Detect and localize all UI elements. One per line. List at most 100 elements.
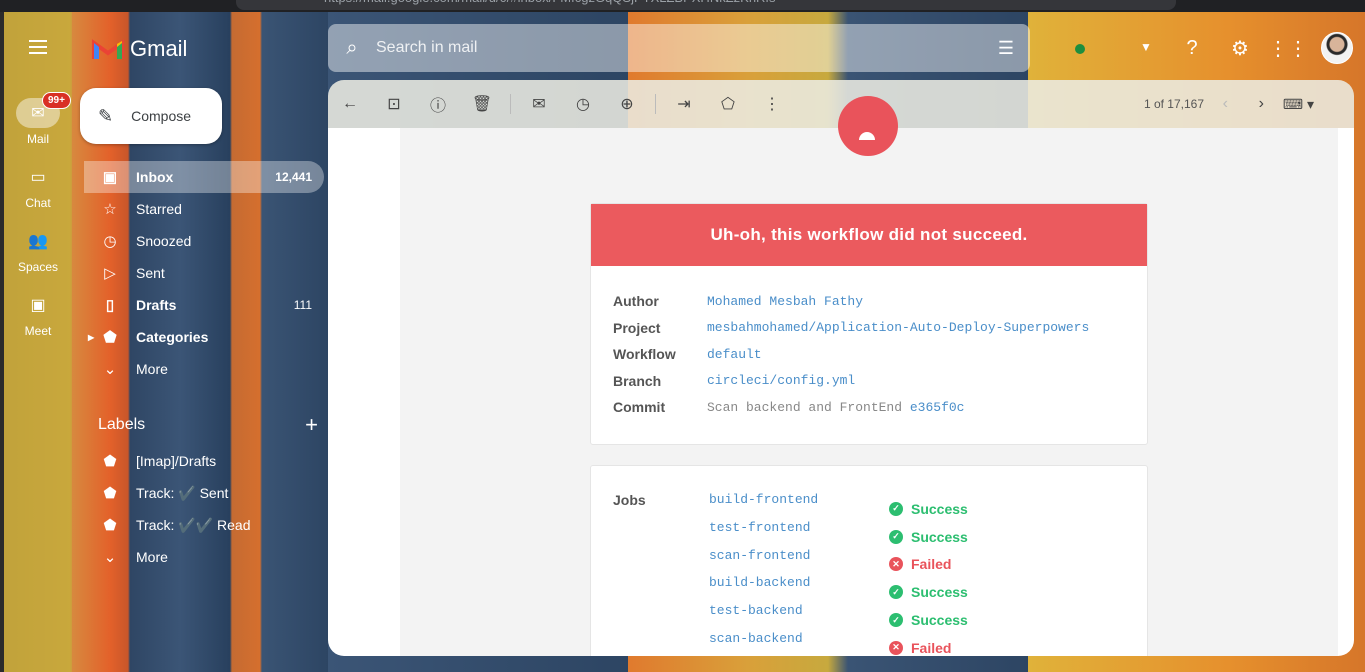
status-indicator[interactable]	[1075, 44, 1085, 54]
rail-item-mail[interactable]: ✉ 99+ Mail	[4, 92, 72, 146]
help-icon[interactable]: ?	[1177, 33, 1207, 63]
sidebar-item-label: Categories	[136, 329, 209, 345]
label-icon[interactable]: ⬠	[706, 84, 750, 124]
workflow-link[interactable]: default	[707, 347, 762, 362]
unread-badge: 99+	[42, 92, 71, 109]
sidebar-item-categories[interactable]: ▶ ⬟ Categories	[84, 321, 324, 353]
address-bar[interactable]: https://mail.google.com/mail/u/0/#inbox/…	[236, 0, 1176, 10]
meta-row: Workflow default	[613, 341, 1147, 368]
failed-icon: ✕	[889, 557, 903, 572]
chevron-left-icon[interactable]: ‹	[1223, 95, 1228, 113]
add-task-icon[interactable]: ⊕	[605, 84, 649, 124]
gmail-m-icon	[92, 39, 124, 59]
sidebar-item-label: More	[136, 361, 168, 377]
branch-link[interactable]: circleci/config.yml	[707, 373, 855, 388]
job-link[interactable]: scan-frontend	[709, 548, 889, 576]
rail-label: Chat	[25, 196, 51, 210]
job-link[interactable]: scan-backend	[709, 631, 889, 656]
status-label: Failed	[911, 556, 952, 573]
job-link[interactable]: build-backend	[709, 575, 889, 603]
search-icon[interactable]: ⌕	[328, 37, 376, 60]
sidebar-item-snoozed[interactable]: ◷ Snoozed	[84, 225, 324, 257]
labels-more[interactable]: ⌄ More	[84, 541, 324, 573]
chevron-down-icon: ⌄	[103, 549, 117, 566]
failure-icon	[838, 96, 898, 156]
commit-message: Scan backend and FrontEnd e365f0c	[707, 400, 964, 415]
commit-hash-link[interactable]: e365f0c	[910, 400, 965, 415]
sidebar-item-drafts[interactable]: ▯ Drafts 111	[84, 289, 324, 321]
archive-icon[interactable]: ⊡	[372, 84, 416, 124]
draft-count: 111	[293, 298, 312, 312]
commit-text: Scan backend and FrontEnd	[707, 399, 903, 415]
label-item[interactable]: ⬟ [Imap]/Drafts	[84, 445, 324, 477]
rail-item-meet[interactable]: ▣ Meet	[4, 290, 72, 338]
rail-label: Meet	[24, 324, 52, 338]
meta-key: Branch	[613, 372, 662, 389]
main-menu-button[interactable]	[24, 36, 52, 62]
status-label: Success	[911, 584, 968, 601]
sidebar-item-label: Starred	[136, 201, 182, 217]
move-to-icon[interactable]: ⇥	[662, 84, 706, 124]
job-status: ✓ Success	[889, 606, 968, 634]
labels-header: Labels +	[98, 412, 318, 438]
author-link[interactable]: Mohamed Mesbah Fathy	[707, 294, 863, 309]
search-options-icon[interactable]: ☰	[982, 38, 1030, 59]
rail-label: Spaces	[17, 260, 59, 274]
back-icon[interactable]: ←	[328, 84, 372, 124]
job-status: ✓ Success	[889, 495, 968, 523]
job-link[interactable]: build-frontend	[709, 492, 889, 520]
rail-label: Mail	[26, 132, 49, 146]
report-spam-icon[interactable]: ⓘ	[416, 84, 460, 124]
label-name: Track: ✔️ Sent	[136, 484, 229, 501]
sidebar-item-sent[interactable]: ▷ Sent	[84, 257, 324, 289]
rail-item-chat[interactable]: ▭ Chat	[4, 162, 72, 210]
label-icon: ⬟	[103, 329, 117, 346]
project-link[interactable]: mesbahmohamed/Application-Auto-Deploy-Su…	[707, 320, 1089, 335]
add-label-button[interactable]: +	[305, 412, 318, 438]
rail-item-spaces[interactable]: 👥 Spaces	[4, 226, 72, 274]
avatar[interactable]	[1321, 32, 1353, 64]
compose-button[interactable]: ✎ Compose	[80, 88, 222, 144]
search-input[interactable]	[376, 39, 982, 57]
message-content: Uh-oh, this workflow did not succeed. Au…	[328, 96, 1354, 656]
job-link[interactable]: test-backend	[709, 603, 889, 631]
chevron-right-icon[interactable]: ›	[1259, 95, 1264, 113]
success-icon: ✓	[889, 529, 903, 544]
send-icon: ▷	[104, 265, 116, 282]
meta-key: Commit	[613, 399, 666, 416]
label-name: More	[136, 549, 168, 565]
jobs-status-list: ✓ Success ✓ Success ✕ Failed ✓ Success ✓ Succ…	[889, 492, 968, 656]
meet-icon: ▣	[30, 297, 46, 314]
mark-unread-icon[interactable]: ✉	[517, 84, 561, 124]
input-tools-icon[interactable]: ⌨ ▾	[1283, 96, 1314, 113]
sidebar-item-inbox[interactable]: ▣ Inbox 12,441	[84, 161, 324, 193]
clock-icon: ◷	[103, 233, 117, 250]
job-status: ✓ Success	[889, 578, 968, 606]
gmail-logo[interactable]: Gmail	[92, 36, 187, 62]
sidebar-item-starred[interactable]: ☆ Starred	[84, 193, 324, 225]
sidebar-item-label: Snoozed	[136, 233, 192, 249]
snooze-icon[interactable]: ◷	[561, 84, 605, 124]
gear-icon[interactable]: ⚙	[1225, 33, 1255, 63]
workflow-meta: Author Mohamed Mesbah Fathy Project mesb…	[591, 266, 1147, 421]
job-link[interactable]: test-frontend	[709, 520, 889, 548]
chevron-down-icon: ⌄	[103, 361, 117, 378]
apps-grid-icon[interactable]: ⋮⋮	[1268, 33, 1308, 63]
chevron-down-icon[interactable]: ▼	[1140, 40, 1152, 54]
label-item[interactable]: ⬟ Track: ✔️✔️ Read	[84, 509, 324, 541]
sidebar-item-more[interactable]: ⌄ More	[84, 353, 324, 385]
meta-row: Branch circleci/config.yml	[613, 368, 1147, 395]
delete-icon[interactable]: 🗑	[460, 84, 504, 124]
expand-arrow-icon[interactable]: ▶	[88, 333, 94, 342]
draft-icon: ▯	[105, 297, 115, 314]
sidebar-item-label: Sent	[136, 265, 165, 281]
success-icon: ✓	[889, 613, 903, 628]
failure-banner: Uh-oh, this workflow did not succeed.	[591, 204, 1147, 266]
status-label: Success	[911, 612, 968, 629]
job-status: ✕ Failed	[889, 634, 968, 656]
search-bar[interactable]: ⌕ ☰	[328, 24, 1030, 72]
jobs-card: Jobs build-frontend test-frontend scan-f…	[590, 465, 1148, 656]
more-vert-icon[interactable]: ⋮	[750, 84, 794, 124]
label-name: Track: ✔️✔️ Read	[136, 516, 251, 533]
label-item[interactable]: ⬟ Track: ✔️ Sent	[84, 477, 324, 509]
